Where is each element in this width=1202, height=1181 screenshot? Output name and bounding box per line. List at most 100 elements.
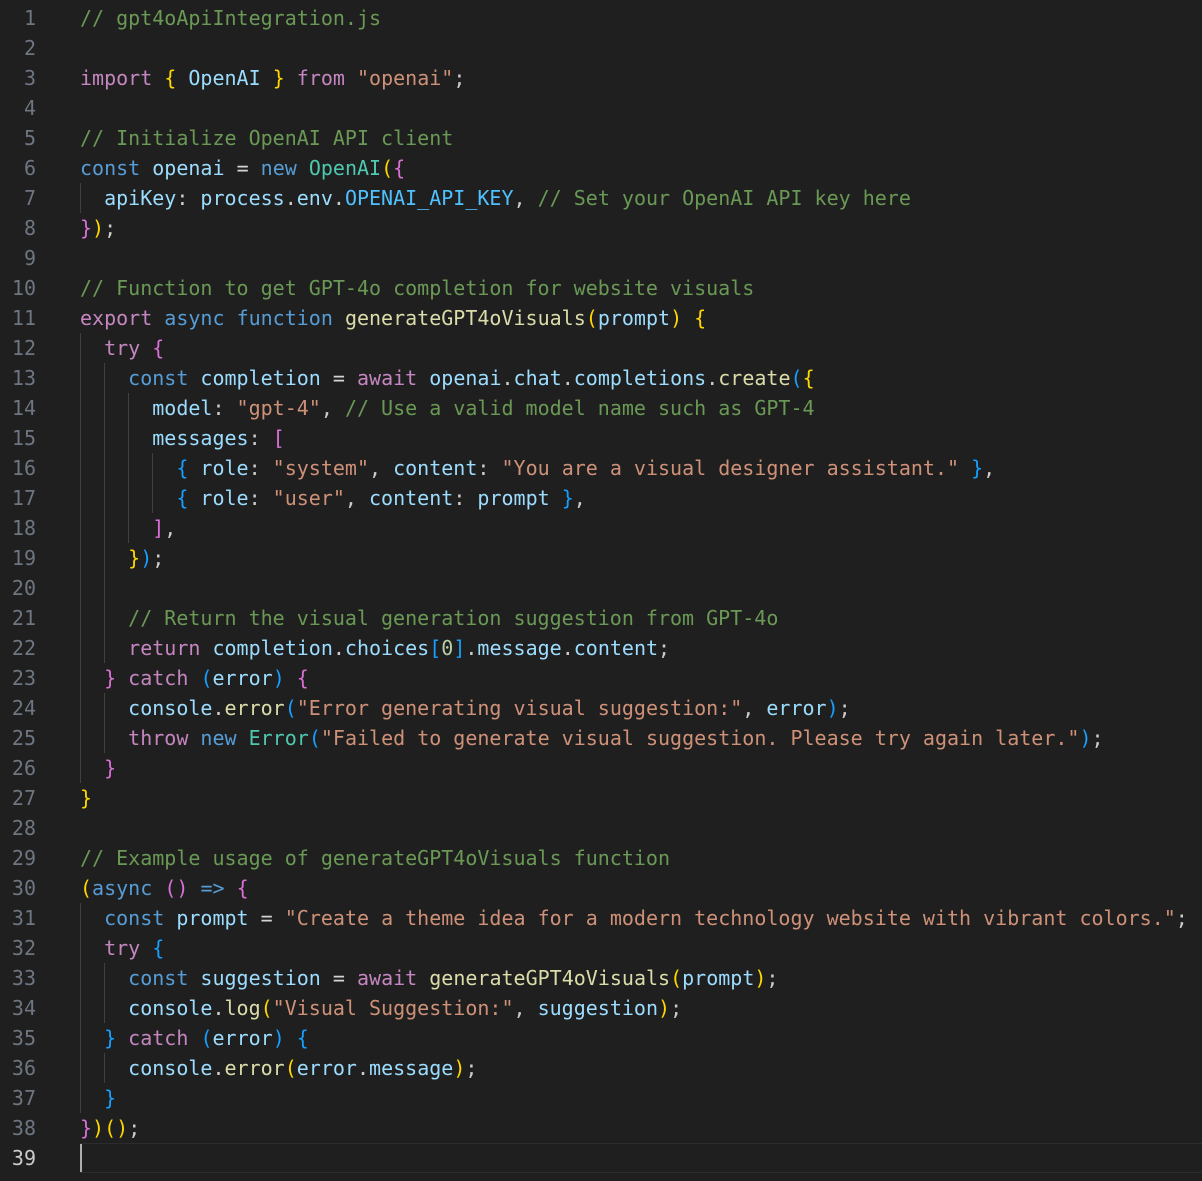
code-line[interactable]: 29 // Example usage of generateGPT4oVisua… bbox=[0, 843, 1202, 873]
line-number: 9 bbox=[23, 246, 36, 270]
code-token: ( bbox=[260, 996, 273, 1020]
code-token: import bbox=[80, 66, 153, 90]
code-line[interactable]: 35} catch (error) { bbox=[0, 1023, 1202, 1053]
code-line[interactable]: 31 const prompt = "Create a theme idea fo… bbox=[0, 903, 1202, 933]
code-token: . bbox=[212, 696, 225, 720]
code-line[interactable]: 23} catch (error) { bbox=[0, 663, 1202, 693]
code-token: , bbox=[320, 396, 345, 420]
code-token: prompt bbox=[682, 966, 755, 990]
line-number: 22 bbox=[11, 636, 36, 660]
code-editor[interactable]: 1// gpt4oApiIntegration.js 2 3 import { Ope… bbox=[0, 0, 1202, 1181]
code-line[interactable]: 13 const completion = await openai.chat.c… bbox=[0, 363, 1202, 393]
code-token: ) bbox=[92, 216, 105, 240]
code-line[interactable]: 24 console.error("Error generating visual… bbox=[0, 693, 1202, 723]
code-line[interactable]: 34 console.log("Visual Suggestion:", sugg… bbox=[0, 993, 1202, 1023]
code-line[interactable]: 15 messages: [ bbox=[0, 423, 1202, 453]
code-line[interactable]: 16 { role: "system", content: "You are a … bbox=[0, 453, 1202, 483]
code-token: { bbox=[176, 456, 189, 480]
code-token: . bbox=[212, 996, 225, 1020]
code-line[interactable]: 21 // Return the visual generation sugges… bbox=[0, 603, 1202, 633]
code-line[interactable]: 2 bbox=[0, 33, 1202, 63]
code-line[interactable]: 26} bbox=[0, 753, 1202, 783]
code-token: { bbox=[802, 366, 815, 390]
line-code: export async function generateGPT4oVisua… bbox=[80, 303, 706, 333]
code-line[interactable]: 14 model: "gpt-4", // Use a valid model n… bbox=[0, 393, 1202, 423]
code-line[interactable]: 8}); bbox=[0, 213, 1202, 243]
code-token: chat bbox=[513, 366, 562, 390]
code-token: ) bbox=[658, 996, 671, 1020]
line-number: 4 bbox=[23, 96, 36, 120]
code-token: . bbox=[356, 1056, 370, 1080]
code-token: ] bbox=[152, 516, 165, 540]
code-line[interactable]: 37} bbox=[0, 1083, 1202, 1113]
code-line[interactable]: 3 import { OpenAI } from "openai"; bbox=[0, 63, 1202, 93]
code-token: { bbox=[296, 1026, 309, 1050]
code-token: // gpt4oApiIntegration.js bbox=[80, 6, 382, 30]
code-line[interactable]: 36 console.error(error.message); bbox=[0, 1053, 1202, 1083]
line-number: 31 bbox=[11, 906, 36, 930]
code-line[interactable]: 11 export async function generateGPT4oVis… bbox=[0, 303, 1202, 333]
code-line[interactable]: 32 try { bbox=[0, 933, 1202, 963]
indent-guide bbox=[152, 453, 154, 513]
code-line[interactable]: 38})(); bbox=[0, 1113, 1202, 1143]
code-line[interactable]: 5 // Initialize OpenAI API client bbox=[0, 123, 1202, 153]
code-token: console bbox=[128, 996, 213, 1020]
code-line[interactable]: 17 { role: "user", content: prompt }, bbox=[0, 483, 1202, 513]
code-line[interactable]: 7 apiKey: process.env.OPENAI_API_KEY, // … bbox=[0, 183, 1202, 213]
code-line[interactable]: 25 throw new Error("Failed to generate vi… bbox=[0, 723, 1202, 753]
code-token: generateGPT4oVisuals bbox=[344, 306, 586, 330]
code-line[interactable]: 27} bbox=[0, 783, 1202, 813]
line-number: 36 bbox=[11, 1056, 36, 1080]
code-token: [ bbox=[272, 426, 285, 450]
code-token: : bbox=[248, 486, 273, 510]
code-line[interactable]: 28 bbox=[0, 813, 1202, 843]
code-token: : bbox=[248, 426, 273, 450]
code-token: ) bbox=[670, 306, 683, 330]
code-token: ; bbox=[670, 996, 683, 1020]
line-number: 32 bbox=[11, 936, 36, 960]
code-line[interactable]: 10 // Function to get GPT-4o completion f… bbox=[0, 273, 1202, 303]
code-token: error bbox=[212, 666, 273, 690]
line-code: console.log("Visual Suggestion:", sugges… bbox=[128, 993, 682, 1023]
code-line[interactable]: 18], bbox=[0, 513, 1202, 543]
code-token: ; bbox=[1091, 726, 1104, 750]
code-line[interactable]: 20 bbox=[0, 573, 1202, 603]
line-number: 26 bbox=[11, 756, 36, 780]
code-line[interactable]: 30 (async () => { bbox=[0, 873, 1202, 903]
code-token: } bbox=[272, 66, 285, 90]
line-code: } bbox=[80, 783, 92, 813]
code-token: ) bbox=[92, 1116, 105, 1140]
code-line[interactable]: 19}); bbox=[0, 543, 1202, 573]
code-token: , bbox=[164, 516, 177, 540]
line-number: 14 bbox=[11, 396, 36, 420]
code-line[interactable]: 4 bbox=[0, 93, 1202, 123]
code-token: error bbox=[296, 1056, 357, 1080]
line-number: 28 bbox=[11, 816, 36, 840]
line-number: 10 bbox=[11, 276, 36, 300]
code-line[interactable]: 33 const suggestion = await generateGPT4o… bbox=[0, 963, 1202, 993]
text-cursor bbox=[80, 1144, 82, 1172]
code-line[interactable]: 6 const openai = new OpenAI({ bbox=[0, 153, 1202, 183]
code-token: openai bbox=[429, 366, 502, 390]
code-token: . bbox=[706, 366, 719, 390]
code-token: Error bbox=[248, 726, 309, 750]
line-code: ], bbox=[152, 513, 176, 543]
code-line[interactable]: 9 bbox=[0, 243, 1202, 273]
code-line[interactable]: 12 try { bbox=[0, 333, 1202, 363]
code-token: prompt bbox=[477, 486, 550, 510]
code-line[interactable]: 39 bbox=[0, 1143, 1202, 1173]
code-line[interactable]: 1 // gpt4oApiIntegration.js bbox=[0, 3, 1202, 33]
code-line[interactable]: 22 return completion.choices[0].message.c… bbox=[0, 633, 1202, 663]
